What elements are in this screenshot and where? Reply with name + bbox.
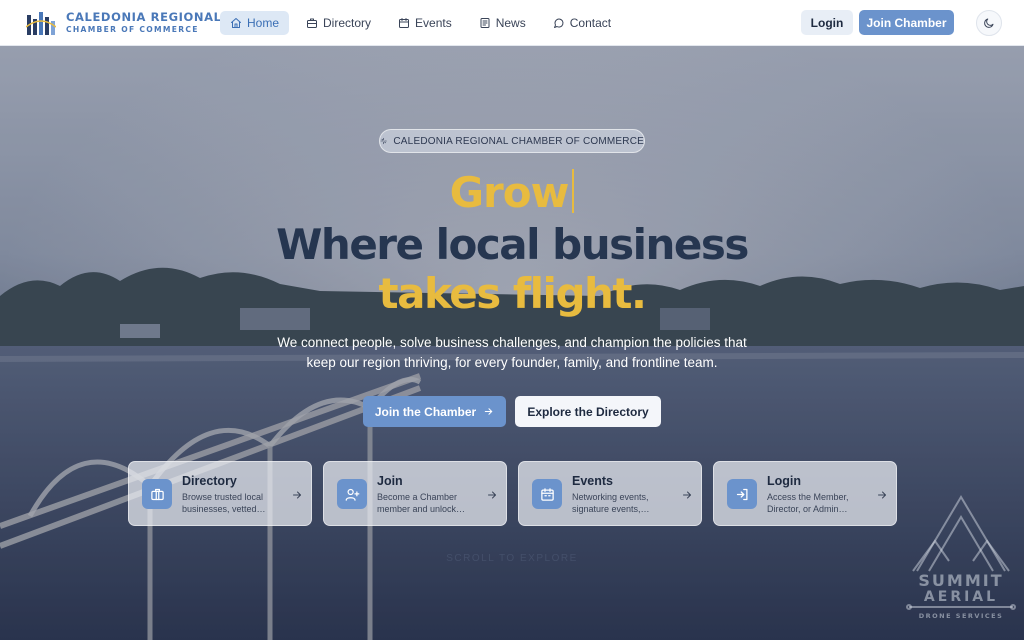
hero-headline-accent: takes flight. (378, 269, 647, 318)
card-icon-tile (142, 479, 172, 509)
join-the-chamber-button[interactable]: Join the Chamber (363, 396, 506, 427)
watermark-line-2: AERIAL (923, 589, 999, 605)
brand-subtitle: CHAMBER OF COMMERCE (66, 24, 199, 34)
nav-item-label: Contact (569, 16, 612, 30)
login-button[interactable]: Login (801, 10, 853, 35)
nav-item-label: Events (415, 16, 452, 30)
nav-item-news[interactable]: News (469, 11, 536, 35)
arrow-right-icon (484, 408, 493, 415)
nav-item-label: Directory (323, 16, 372, 30)
card-events[interactable]: Events Networking events, signature even… (518, 461, 702, 526)
chat-bubble-icon (553, 18, 564, 28)
mountain-logo-icon (906, 495, 1016, 610)
calendar-icon (399, 18, 410, 28)
card-icon-tile (727, 479, 757, 509)
arrow-right-icon (291, 488, 303, 500)
arrow-right-icon (876, 488, 888, 500)
nav-item-contact[interactable]: Contact (543, 11, 621, 35)
watermark-line-1: SUMMIT (918, 571, 1004, 590)
briefcase-icon (150, 488, 164, 500)
watermark-line-3: DRONE SERVICES (918, 612, 1004, 620)
card-login[interactable]: Login Access the Member, Director, or Ad… (713, 461, 897, 526)
hero-headline-typed: Grow (0, 168, 1024, 217)
cta-primary-label: Join the Chamber (374, 404, 477, 419)
card-title: Login (767, 474, 802, 488)
hero-subtext: We connect people, solve business challe… (277, 335, 747, 370)
nav-item-label: Home (247, 16, 280, 30)
card-title: Events (572, 474, 613, 488)
hero-headline: Where local business (276, 220, 749, 269)
card-title: Directory (182, 474, 237, 488)
building-icon (307, 18, 318, 28)
nav-item-home[interactable]: Home (220, 11, 290, 35)
theme-toggle-button[interactable] (976, 10, 1002, 36)
site-header: CALEDONIA REGIONAL CHAMBER OF COMMERCE H… (0, 0, 1024, 46)
card-icon-tile (532, 479, 562, 509)
nav-item-events[interactable]: Events (388, 11, 462, 35)
card-description: Become a Chamber member and unlock… (377, 492, 466, 514)
newspaper-icon (480, 18, 490, 28)
card-directory[interactable]: Directory Browse trusted local businesse… (128, 461, 312, 526)
scroll-hint: SCROLL TO EXPLORE (446, 553, 578, 564)
card-description: Browse trusted local businesses, vetted… (182, 492, 266, 514)
logo-mark-icon (26, 12, 56, 35)
logo[interactable]: CALEDONIA REGIONAL CHAMBER OF COMMERCE (26, 9, 222, 37)
arrow-right-icon (681, 488, 693, 500)
arrow-right-icon (486, 488, 498, 500)
home-icon (231, 18, 241, 28)
brand-title: CALEDONIA REGIONAL (66, 10, 222, 25)
card-description: Access the Member, Director, or Admin… (767, 492, 849, 514)
hero-eyebrow-pill: CALEDONIA REGIONAL CHAMBER OF COMMERCE (379, 129, 645, 153)
card-title: Join (377, 474, 403, 488)
nav-item-label: News (495, 16, 526, 30)
photo-credit-watermark: SUMMIT AERIAL DRONE SERVICES (905, 495, 1017, 625)
hero-eyebrow-label: CALEDONIA REGIONAL CHAMBER OF COMMERCE (393, 135, 644, 147)
main-nav: Home Directory Events News Contact (220, 11, 628, 35)
hero-typed-word: Grow (449, 168, 570, 217)
nav-item-directory[interactable]: Directory (296, 11, 381, 35)
explore-directory-button[interactable]: Explore the Directory (515, 396, 661, 427)
calendar-icon (540, 487, 554, 501)
user-plus-icon (345, 488, 359, 501)
join-chamber-button[interactable]: Join Chamber (859, 10, 954, 35)
moon-icon (984, 18, 994, 28)
login-icon (736, 488, 747, 500)
sparkle-icon (380, 137, 387, 145)
card-join[interactable]: Join Become a Chamber member and unlock… (323, 461, 507, 526)
card-description: Networking events, signature events,… (572, 492, 650, 514)
card-icon-tile (337, 479, 367, 509)
typing-caret (572, 169, 575, 213)
